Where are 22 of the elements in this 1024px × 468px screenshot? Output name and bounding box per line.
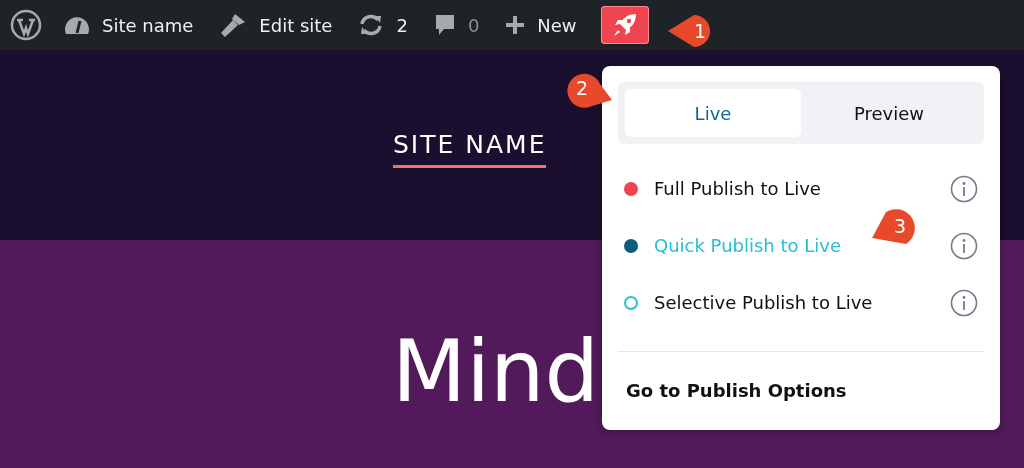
gauge-icon [64,15,90,35]
comment-icon [433,13,456,37]
site-title[interactable]: SITE NAME [393,130,547,168]
plus-icon [505,15,526,35]
wordpress-logo-icon[interactable] [10,9,42,41]
info-icon[interactable] [950,174,978,203]
info-icon[interactable] [950,231,978,260]
edit-site-link[interactable]: Edit site [257,10,335,40]
tab[interactable]: Preview [801,89,977,137]
tab[interactable]: Live [625,89,801,137]
rocket-icon [611,12,638,38]
updates-count[interactable]: 2 [394,10,410,40]
info-icon[interactable] [950,288,978,317]
publish-options-link[interactable]: Go to Publish Options [618,352,984,401]
comments-count[interactable]: 0 [465,10,482,40]
rocket-button[interactable] [600,6,649,44]
refresh-icon [358,13,385,37]
hero-heading: Mind [392,328,600,414]
menu-item[interactable]: Full Publish to Live [654,178,821,199]
site-name-link[interactable]: Site name [100,10,196,40]
new-link[interactable]: New [535,10,579,40]
menu-item[interactable]: Selective Publish to Live [654,292,873,313]
